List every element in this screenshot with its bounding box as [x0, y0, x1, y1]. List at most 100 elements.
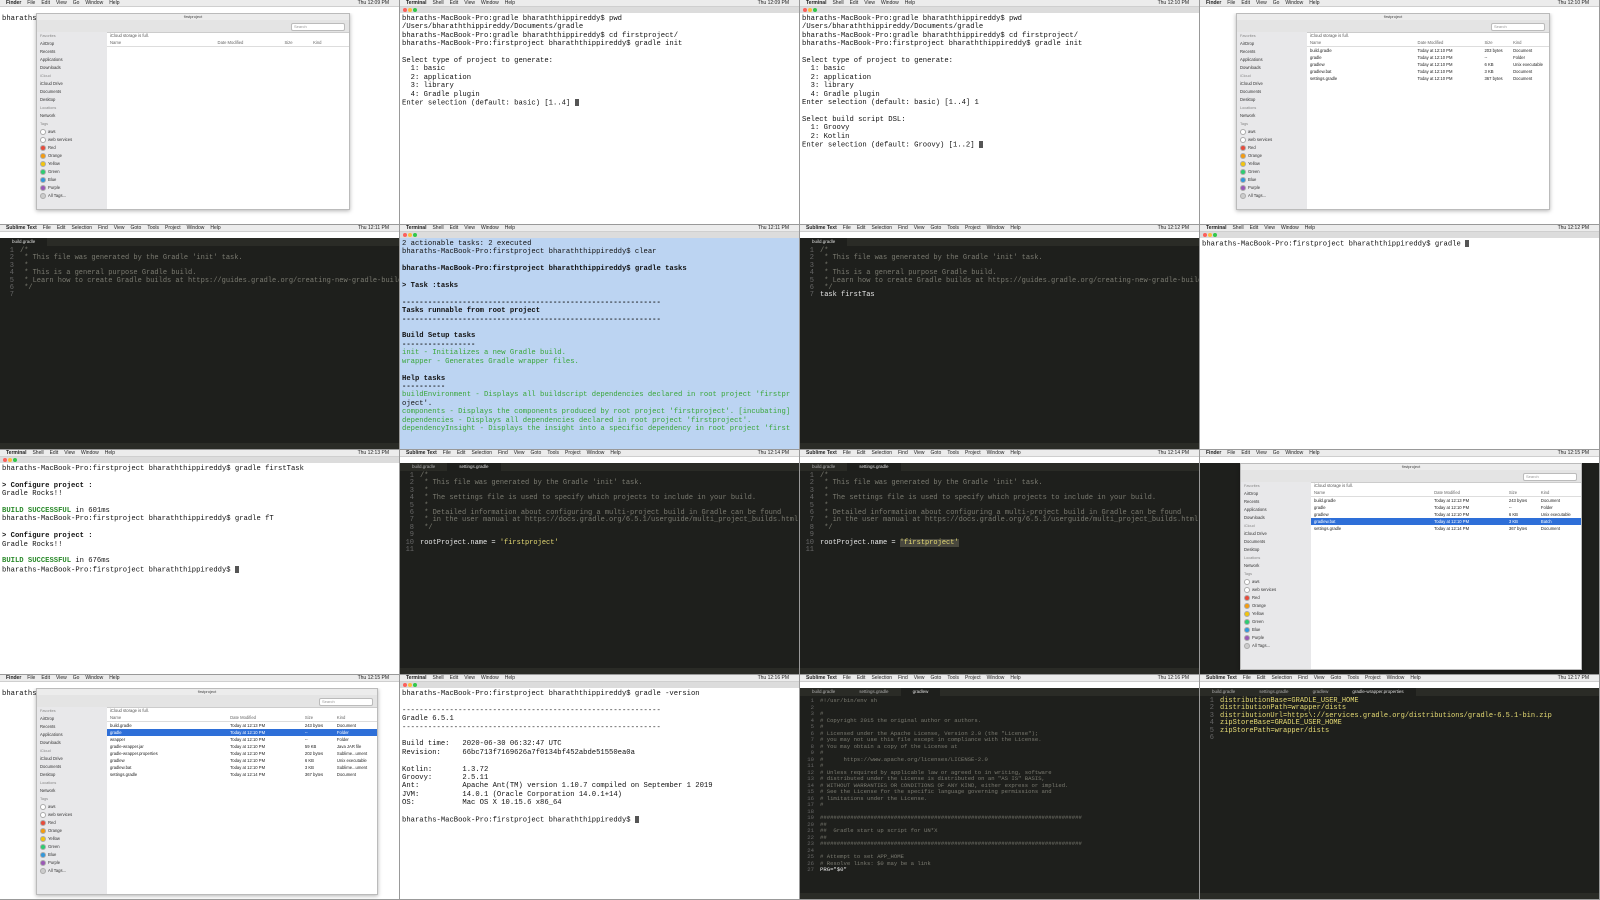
menu-item[interactable]: Goto	[131, 225, 142, 231]
file-row[interactable]: gradle Today at 12:10 PM -- Folder	[1311, 504, 1581, 511]
sidebar-item[interactable]: Network	[1244, 562, 1311, 570]
sidebar-tag[interactable]: Orange	[40, 152, 107, 160]
menu-item[interactable]: Help	[505, 225, 515, 231]
menu-item[interactable]: Edit	[1241, 0, 1250, 6]
menu-item[interactable]: Window	[987, 450, 1005, 456]
column-headers[interactable]: Name Date Modified Size Kind	[107, 714, 377, 722]
sidebar-tag[interactable]: Yellow	[40, 835, 107, 843]
menu-item[interactable]: Go	[73, 0, 80, 6]
menu-item[interactable]: Help	[1309, 0, 1319, 6]
editor-body[interactable]: build.gradle settings.gradle gradlew 12345…	[800, 688, 1199, 899]
finder-window[interactable]: firstproject Search Favorites AirDrop Rece…	[1240, 463, 1582, 670]
menu-item[interactable]: Window	[481, 675, 499, 681]
sidebar-tag[interactable]: Purple	[1240, 184, 1307, 192]
editor-body[interactable]: build.gradle 1 2 3 4 5 6 7 /* * This file was g…	[0, 238, 399, 449]
sidebar-item[interactable]: Documents	[1244, 538, 1311, 546]
menu-item[interactable]: Window	[1285, 450, 1303, 456]
menu-item[interactable]: View	[1264, 225, 1275, 231]
finder-window[interactable]: firstproject Search Favorites AirDrop Rece…	[1236, 13, 1550, 210]
file-row[interactable]: gradlew.bat Today at 12:10 PM 3 KB Document	[1307, 68, 1549, 75]
file-row[interactable]: gradlew Today at 12:10 PM 6 KB Unix executa…	[1311, 511, 1581, 518]
menu-item[interactable]: Edit	[1250, 225, 1259, 231]
editor-tab[interactable]: build.gradle	[800, 688, 848, 696]
menu-item[interactable]: Help	[1309, 450, 1319, 456]
app-menu[interactable]: Sublime Text	[806, 675, 837, 681]
column-header[interactable]: Date Modified	[1418, 39, 1485, 46]
app-menu[interactable]: Finder	[1206, 450, 1221, 456]
sidebar-tag[interactable]: Red	[40, 144, 107, 152]
editor-tab[interactable]: build.gradle	[400, 463, 448, 471]
terminal-body[interactable]: bharaths-MacBook-Pro:firstproject bharat…	[400, 688, 799, 899]
menu-item[interactable]: Edit	[1257, 675, 1266, 681]
menu-items[interactable]: Shell Edit View Window Help	[1232, 225, 1321, 231]
editor-body[interactable]: build.gradle settings.gradle 1 2 3 4 5 6 7 8 9 10 1…	[400, 463, 799, 674]
search-input[interactable]: Search	[319, 698, 373, 706]
editor-tab[interactable]: gradle-wrapper.properties	[1340, 688, 1416, 696]
sidebar-tag[interactable]: Green	[40, 843, 107, 851]
sidebar-item[interactable]: Downloads	[1244, 514, 1311, 522]
sidebar-tag[interactable]: Purple	[1244, 634, 1311, 642]
search-input[interactable]: Search	[1523, 473, 1577, 481]
sidebar-item[interactable]: iCloud Drive	[40, 755, 107, 763]
menu-item[interactable]: Project	[965, 225, 981, 231]
sidebar-tag[interactable]: Blue	[40, 176, 107, 184]
menu-item[interactable]: Window	[1281, 225, 1299, 231]
column-headers[interactable]: Name Date Modified Size Kind	[1307, 39, 1549, 47]
menu-item[interactable]: Edit	[450, 675, 459, 681]
sidebar-item[interactable]: AirDrop	[40, 715, 107, 723]
menu-item[interactable]: Window	[987, 225, 1005, 231]
menu-item[interactable]: Selection	[871, 675, 892, 681]
menu-item[interactable]: View	[914, 450, 925, 456]
sidebar-item[interactable]: Desktop	[1240, 96, 1307, 104]
menu-item[interactable]: View	[1314, 675, 1325, 681]
file-row[interactable]: gradle Today at 12:10 PM -- Folder	[1307, 54, 1549, 61]
sidebar-tag[interactable]: Red	[1244, 594, 1311, 602]
menu-item[interactable]: Goto	[531, 450, 542, 456]
menu-item[interactable]: Help	[1010, 450, 1020, 456]
tab-build-gradle[interactable]: build.gradle	[800, 238, 848, 246]
menu-item[interactable]: Window	[85, 675, 103, 681]
editor-tab[interactable]: gradlew	[1300, 688, 1341, 696]
menu-item[interactable]: Help	[210, 225, 220, 231]
menu-items[interactable]: Shell Edit View Window Help	[432, 225, 521, 231]
menu-item[interactable]: Edit	[850, 0, 859, 6]
app-menu[interactable]: Finder	[6, 0, 21, 6]
sidebar-tag[interactable]: All Tags...	[1244, 642, 1311, 650]
search-input[interactable]: Search	[1491, 23, 1545, 31]
sidebar-item[interactable]: Documents	[40, 88, 107, 96]
menu-item[interactable]: Go	[73, 675, 80, 681]
menu-item[interactable]: Selection	[71, 225, 92, 231]
menu-items[interactable]: Shell Edit View Window Help	[432, 675, 521, 681]
menu-item[interactable]: Go	[1273, 450, 1280, 456]
menu-item[interactable]: Window	[881, 0, 899, 6]
menu-item[interactable]: Selection	[871, 450, 892, 456]
menu-item[interactable]: Window	[987, 675, 1005, 681]
sidebar-item[interactable]: Desktop	[40, 771, 107, 779]
sidebar-tag[interactable]: web services	[40, 811, 107, 819]
terminal-body[interactable]: bharaths-MacBook-Pro:gradle bharaththipp…	[800, 13, 1199, 224]
sidebar-tag[interactable]: Purple	[40, 184, 107, 192]
column-header[interactable]: Name	[1310, 39, 1418, 46]
sidebar-tag[interactable]: aws	[40, 128, 107, 136]
sidebar-tag[interactable]: Blue	[1244, 626, 1311, 634]
menu-item[interactable]: Help	[109, 675, 119, 681]
menu-item[interactable]: Edit	[857, 450, 866, 456]
editor-tab[interactable]: settings.gradle	[847, 463, 901, 471]
file-row[interactable]: gradle-wrapper.properties Today at 12:10 …	[107, 750, 377, 757]
column-header[interactable]: Date Modified	[1434, 489, 1509, 496]
menu-item[interactable]: Find	[98, 225, 108, 231]
file-row[interactable]: gradle-wrapper.jar Today at 12:10 PM 59 KB…	[107, 743, 377, 750]
file-row[interactable]: build.gradle Today at 12:13 PM 243 bytes Do…	[1311, 497, 1581, 504]
menu-item[interactable]: Find	[898, 675, 908, 681]
column-header[interactable]: Name	[110, 39, 218, 46]
menu-item[interactable]: Edit	[857, 225, 866, 231]
column-header[interactable]: Size	[1484, 39, 1513, 46]
menu-item[interactable]: Shell	[432, 225, 443, 231]
menu-items[interactable]: File Edit Selection Find View Goto Tools Projec…	[43, 225, 227, 231]
sidebar-tag[interactable]: aws	[1244, 578, 1311, 586]
menu-item[interactable]: View	[914, 225, 925, 231]
app-menu[interactable]: Terminal	[406, 225, 426, 231]
sidebar-item[interactable]: Desktop	[1244, 546, 1311, 554]
menu-item[interactable]: Edit	[41, 675, 50, 681]
sidebar-tag[interactable]: Yellow	[1240, 160, 1307, 168]
